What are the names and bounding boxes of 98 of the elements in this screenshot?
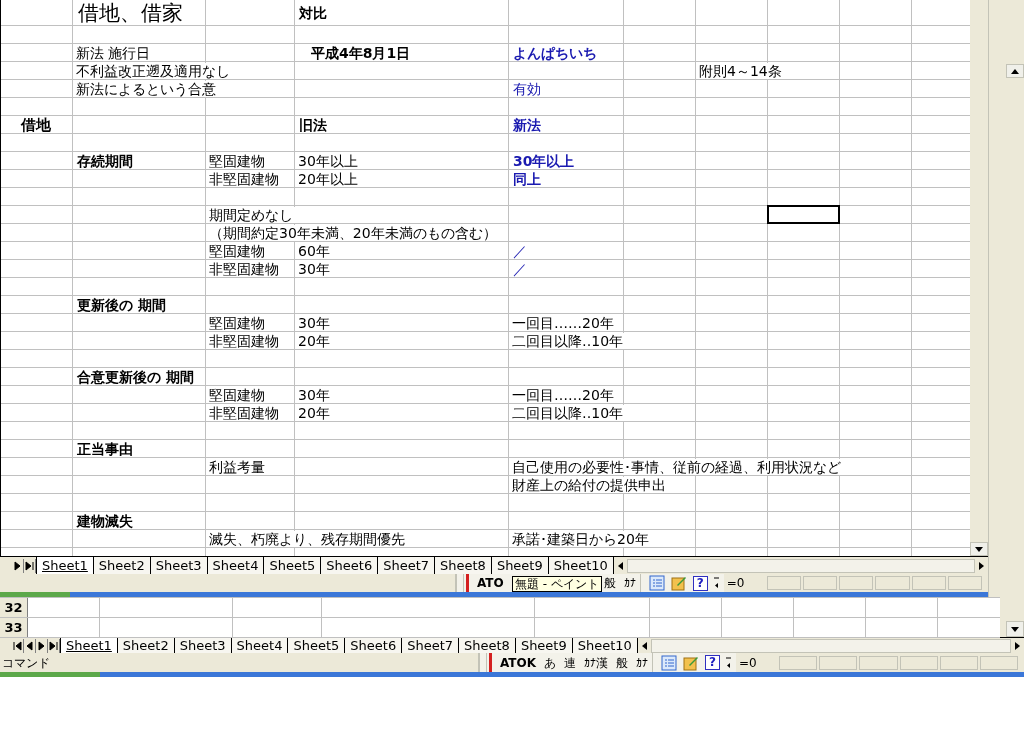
status-panel [947,576,982,590]
status-panel [779,655,818,670]
down-arrow-icon [1011,626,1019,632]
note-edit-icon[interactable] [670,575,687,591]
sheet-tab[interactable]: Sheet2 [92,557,150,574]
left-arrow-icon [617,561,623,570]
vertical-scrollbar[interactable] [970,0,988,556]
sheet-tab[interactable]: Sheet9 [490,557,548,574]
toolbar-marker [489,653,492,672]
ime-mode-item[interactable]: ATOK [500,653,537,672]
status-panel [911,576,946,590]
cell-text: 新法 [509,117,543,133]
ime-mode-item[interactable]: 般 [616,653,629,672]
status-panel [839,576,874,590]
selected-cell[interactable] [767,205,840,224]
cell-text: 一回目……20年 [509,315,616,331]
help-icon[interactable]: ? [692,575,708,591]
cell-text: 附則4～14条 [696,63,784,79]
ime-mode-item[interactable]: ｶﾅ [636,653,649,672]
cell-text: 存続期間 [73,153,135,169]
cell-text: 非堅固建物 [206,261,281,277]
sheet-tab[interactable]: Sheet10 [571,638,637,653]
scroll-up-button[interactable] [1006,64,1024,78]
sheet-tab[interactable]: Sheet3 [173,638,231,653]
right-arrow-icon [1015,641,1020,650]
cell-text: 建物滅失 [73,513,135,529]
formula-text: =0 [726,575,746,592]
sheet-tab[interactable]: Sheet4 [230,638,288,653]
ime-mode-item[interactable]: ATO [477,574,504,592]
sheet-tab[interactable]: Sheet8 [458,638,515,653]
toolbar-menu-icon[interactable] [713,577,720,589]
right-arrow-icon [979,561,984,570]
sheet-tab[interactable]: Sheet5 [263,557,321,574]
ime-mode-item[interactable]: ｶﾅ [623,574,636,592]
down-arrow-icon [975,546,983,552]
ime-mode-item[interactable]: あ [544,653,557,672]
scroll-thumb[interactable] [626,558,975,573]
sheet-tab[interactable]: Sheet7 [401,638,458,653]
cell-text: 新法によるという合意 [73,81,218,97]
status-panel [939,655,978,670]
row-header[interactable]: 32 [0,598,28,617]
cell-text: 期間定めなし [206,207,295,223]
scroll-down-button[interactable] [970,542,988,556]
scroll-down-button[interactable] [1006,621,1024,637]
cell-text: 堅固建物 [206,153,267,169]
status-panel [875,576,910,590]
status-panel [819,655,858,670]
cell-text: 堅固建物 [206,387,267,403]
ime-mode-item[interactable]: ｶﾅ漢 [584,653,609,672]
cell-text: 正当事由 [73,441,135,457]
note-edit-icon[interactable] [683,654,700,671]
formula-text: =0 [739,654,758,672]
status-panel [802,576,838,590]
sheet-tab[interactable]: Sheet8 [434,557,491,574]
sheet-tab[interactable]: Sheet4 [206,557,264,574]
cell-text: 合意更新後の 期間 [73,369,196,385]
last-sheet-button[interactable] [48,638,60,653]
status-panel [859,655,898,670]
up-arrow-icon [1011,68,1019,74]
row-header[interactable]: 33 [0,618,28,637]
cell-text: 一回目……20年 [509,387,616,403]
cell-text: 二回目以降‥10年 [509,405,626,421]
cell-text: 滅失、朽廃より、残存期間優先 [206,531,407,547]
cell-text: 対比 [295,5,329,21]
toolbar-marker [466,574,469,592]
ime-mode-item[interactable]: 連 [564,653,577,672]
sheet-tab[interactable]: Sheet1 [36,557,93,574]
cell-text: 承諾･建築日から20年 [509,531,651,547]
vertical-scrollbar[interactable] [1000,597,1024,637]
cell-text: 非堅固建物 [206,405,281,421]
sheet-tab[interactable]: Sheet1 [60,638,117,653]
tooltip: 無題 - ペイント [512,576,602,592]
left-arrow-icon [641,641,647,650]
ime-mode-item[interactable]: 般 [603,574,616,592]
sheet-tab[interactable]: Sheet3 [149,557,207,574]
sheet-tab[interactable]: Sheet6 [320,557,378,574]
sheet-tab[interactable]: Sheet5 [287,638,345,653]
sheet-tab[interactable]: Sheet2 [116,638,174,653]
status-panel [899,655,938,670]
cell-text: 非堅固建物 [206,171,281,187]
mode-indicator: コマンド [2,654,50,672]
cell-text: 利益考量 [206,459,267,475]
prev-sheet-button[interactable] [24,638,36,653]
toolbar-menu-icon[interactable] [726,656,733,669]
cell-text: 二回目以降‥10年 [509,333,626,349]
status-panel [766,576,801,590]
help-icon[interactable]: ? [705,655,721,670]
cell-text: 堅固建物 [206,243,267,259]
sheet-tab[interactable]: Sheet7 [377,557,434,574]
last-sheet-button[interactable] [24,558,36,573]
sheet-tab[interactable]: Sheet6 [344,638,402,653]
vertical-scrollbar[interactable] [988,0,1024,597]
cell-text: 堅固建物 [206,315,267,331]
status-panel [979,655,1018,670]
sheet-tab[interactable]: Sheet10 [547,557,613,574]
sheet-tab[interactable]: Sheet9 [514,638,572,653]
cell-text: 非堅固建物 [206,333,281,349]
first-sheet-button[interactable] [12,638,24,653]
